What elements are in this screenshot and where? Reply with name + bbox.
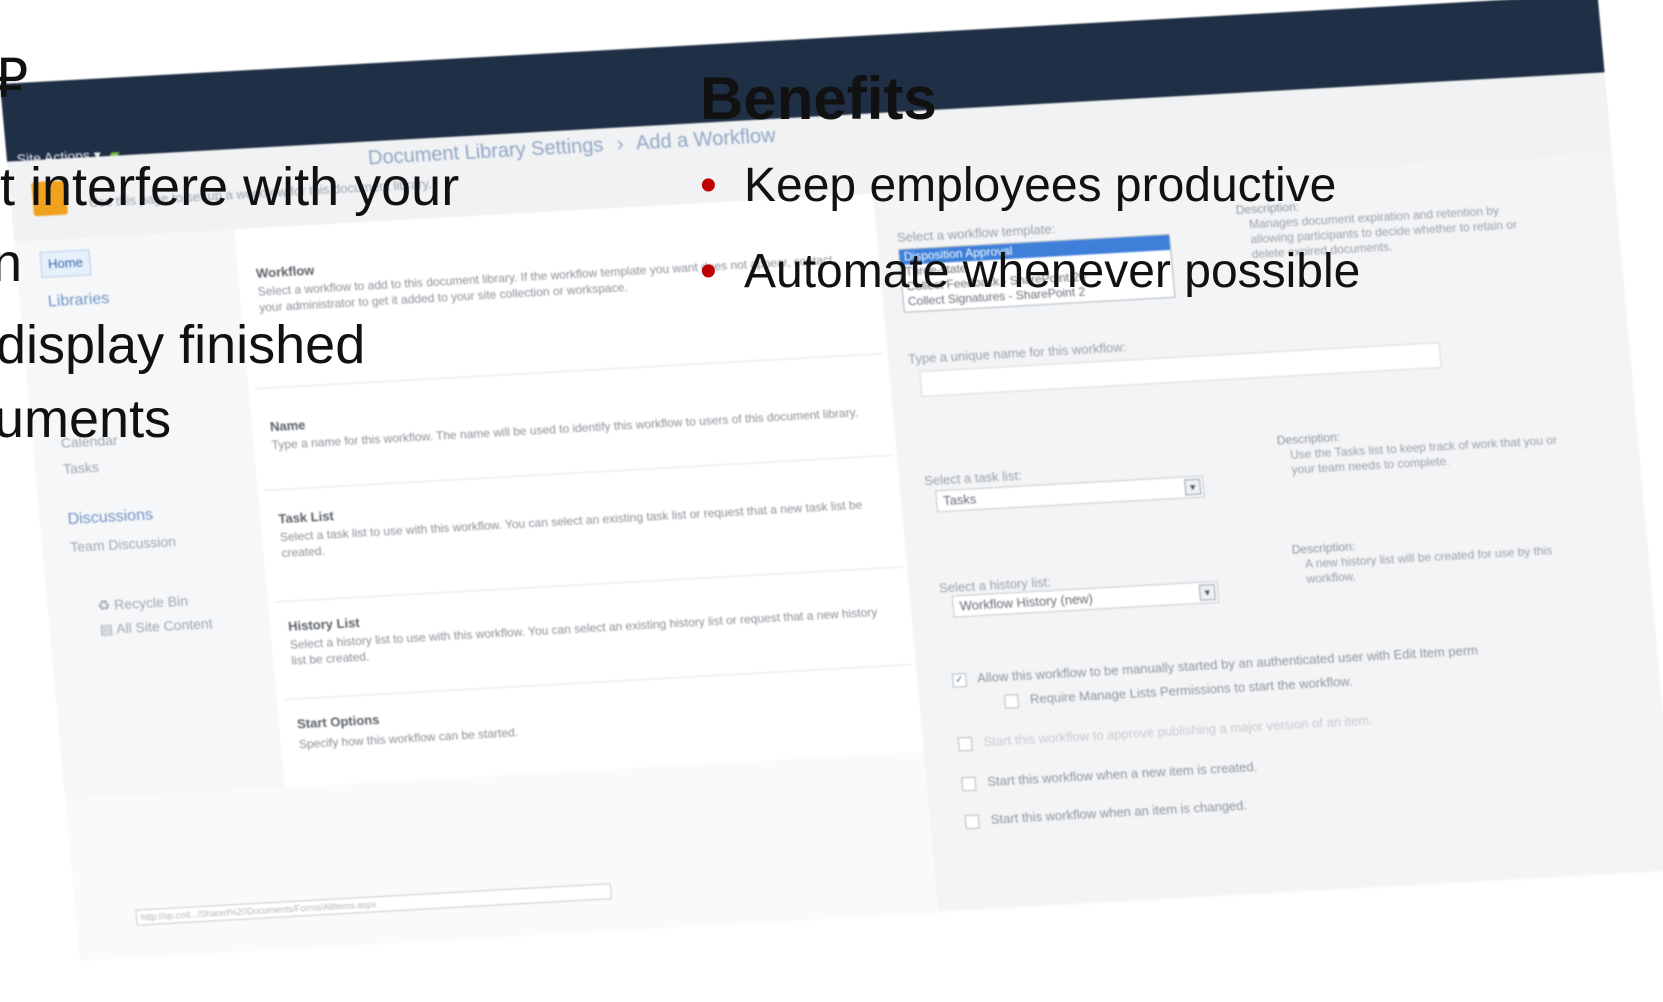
bullet-icon: • [700, 159, 717, 212]
bullet-icon: • [700, 245, 717, 298]
slide-overlay: ₽ t interfere with your n display finish… [0, 0, 1663, 1002]
benefit-bullet-2: • Automate whenever possible [700, 244, 1360, 299]
benefit-text-1: Keep employees productive [744, 159, 1337, 212]
left-text-line-4: uments [0, 389, 172, 449]
left-text-line-2: n [0, 233, 23, 293]
benefit-bullet-1: • Keep employees productive [700, 158, 1336, 213]
left-text-fragment: ₽ [0, 49, 29, 109]
left-text-line-3: display finished [0, 315, 366, 375]
left-text-line-1: t interfere with your [0, 157, 460, 217]
benefit-text-2: Automate whenever possible [744, 245, 1361, 298]
benefits-title: Benefits [700, 65, 937, 132]
